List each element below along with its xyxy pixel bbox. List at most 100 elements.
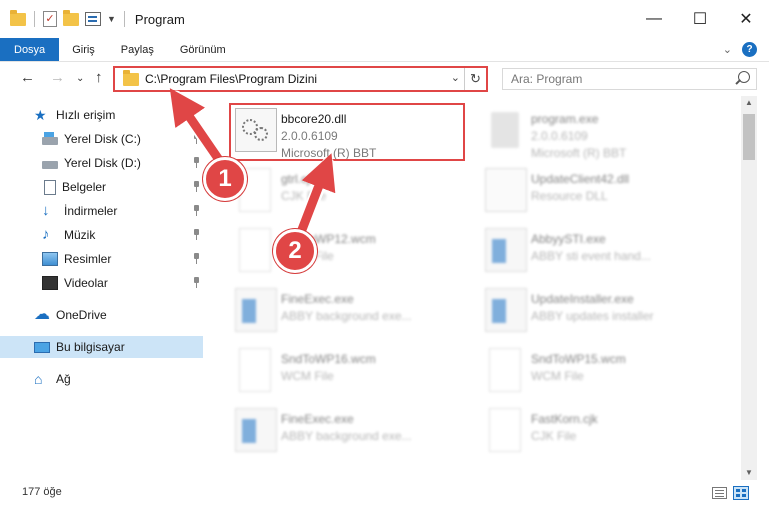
view-options-icon[interactable] bbox=[85, 12, 101, 26]
file-name: UpdateInstaller.exe bbox=[531, 292, 634, 306]
sidebar-item-network[interactable]: ⌂ Ağ bbox=[0, 368, 203, 390]
window-controls: — ☐ ✕ bbox=[631, 0, 769, 38]
pin-icon[interactable] bbox=[193, 133, 199, 144]
pin-icon[interactable] bbox=[193, 229, 199, 240]
file-name: SndToWP16.wcm bbox=[281, 352, 376, 366]
file-name: FineExec.exe bbox=[281, 412, 354, 426]
search-input[interactable]: Ara: Program bbox=[502, 68, 757, 90]
title-bar: ✓ ▼ Program — ☐ ✕ bbox=[0, 0, 769, 38]
status-bar: 177 öğe bbox=[0, 482, 769, 504]
details-view-icon[interactable] bbox=[712, 487, 727, 499]
sidebar-item-label: OneDrive bbox=[56, 308, 107, 322]
file-item[interactable]: program.exe 2.0.0.6109 Microsoft (R) BBT bbox=[461, 102, 701, 160]
sidebar-item-label: Yerel Disk (D:) bbox=[64, 156, 141, 170]
sidebar-item-pictures[interactable]: Resimler bbox=[0, 248, 203, 270]
file-type: Resource DLL bbox=[531, 189, 608, 203]
sidebar-item-videos[interactable]: Videolar bbox=[0, 272, 203, 294]
forward-arrow-icon[interactable]: → bbox=[50, 69, 65, 86]
step-badge-2: 2 bbox=[273, 229, 317, 273]
drive-d-icon bbox=[42, 161, 58, 169]
address-bar[interactable]: C:\Program Files\Program Dizini ⌄ ↻ bbox=[113, 66, 488, 92]
sidebar-item-this-pc[interactable]: Bu bilgisayar bbox=[0, 336, 203, 358]
file-type: ABBY sti event hand... bbox=[531, 249, 651, 263]
folder-icon bbox=[10, 9, 26, 26]
file-type: ABBY background exe... bbox=[281, 429, 412, 443]
sidebar-item-downloads[interactable]: ↓ İndirmeler bbox=[0, 200, 203, 222]
sidebar-item-label: İndirmeler bbox=[64, 204, 118, 218]
ribbon-right-controls: ⌄ ? bbox=[723, 42, 757, 57]
file-item[interactable]: FineExec.exe ABBY background exe... bbox=[211, 402, 451, 460]
file-name: program.exe bbox=[531, 112, 599, 126]
navigation-bar: ← → ⌄ ↑ C:\Program Files\Program Dizini … bbox=[0, 62, 769, 96]
vertical-scrollbar[interactable]: ▲ ▼ bbox=[741, 96, 757, 480]
step-badge-1: 1 bbox=[203, 157, 247, 201]
file-item[interactable]: AbbyySTI.exe ABBY sti event hand... bbox=[461, 222, 701, 280]
close-button[interactable]: ✕ bbox=[723, 0, 769, 38]
scroll-thumb[interactable] bbox=[743, 114, 755, 160]
maximize-button[interactable]: ☐ bbox=[677, 0, 723, 38]
address-folder-icon bbox=[123, 69, 139, 86]
download-arrow-icon: ↓ bbox=[42, 202, 50, 219]
tiles-view-icon[interactable] bbox=[733, 486, 749, 500]
file-icon bbox=[239, 348, 271, 392]
sidebar-item-local-disk-d[interactable]: Yerel Disk (D:) bbox=[0, 152, 203, 174]
scroll-down-arrow-icon[interactable]: ▼ bbox=[741, 466, 757, 480]
file-name: SndToWP15.wcm bbox=[531, 352, 626, 366]
navigation-pane: ★ Hızlı erişim Yerel Disk (C:) Yerel Dis… bbox=[0, 100, 205, 480]
sidebar-item-onedrive[interactable]: ☁ OneDrive bbox=[0, 304, 203, 326]
pin-icon[interactable] bbox=[193, 277, 199, 288]
pin-icon[interactable] bbox=[193, 205, 199, 216]
computer-icon bbox=[34, 341, 50, 353]
address-path[interactable]: C:\Program Files\Program Dizini bbox=[145, 72, 317, 86]
file-item[interactable]: SndToWP12.wcm WCM File bbox=[211, 222, 451, 280]
tab-home[interactable]: Giriş bbox=[59, 38, 108, 61]
file-name: FineExec.exe bbox=[281, 292, 354, 306]
back-arrow-icon[interactable]: ← bbox=[20, 69, 35, 86]
file-version: 2.0.0.6109 bbox=[531, 129, 588, 143]
file-item[interactable]: gtrl.cjk CJK File bbox=[211, 162, 451, 220]
search-placeholder: Ara: Program bbox=[511, 72, 583, 86]
sidebar-item-label: Yerel Disk (C:) bbox=[64, 132, 141, 146]
application-icon bbox=[485, 228, 527, 272]
help-icon[interactable]: ? bbox=[742, 42, 757, 57]
tab-share[interactable]: Paylaş bbox=[108, 38, 167, 61]
documents-icon bbox=[44, 179, 56, 195]
refresh-icon[interactable]: ↻ bbox=[464, 68, 486, 90]
minimize-button[interactable]: — bbox=[631, 0, 677, 38]
file-item[interactable]: SndToWP15.wcm WCM File bbox=[461, 342, 701, 400]
toolbar-separator bbox=[34, 11, 35, 27]
pin-icon[interactable] bbox=[193, 181, 199, 192]
up-arrow-icon[interactable]: ↑ bbox=[95, 69, 103, 86]
qat-dropdown-icon[interactable]: ▼ bbox=[107, 14, 116, 24]
sidebar-item-music[interactable]: ♪ Müzik bbox=[0, 224, 203, 246]
file-name: UpdateClient42.dll bbox=[531, 172, 630, 186]
recent-locations-chevron-icon[interactable]: ⌄ bbox=[76, 73, 84, 84]
sidebar-item-quick-access[interactable]: ★ Hızlı erişim bbox=[0, 104, 203, 126]
pin-icon[interactable] bbox=[193, 253, 199, 264]
cloud-icon: ☁ bbox=[34, 306, 50, 323]
sidebar-item-local-disk-c[interactable]: Yerel Disk (C:) bbox=[0, 128, 203, 150]
file-item[interactable]: FineExec.exe ABBY background exe... bbox=[211, 282, 451, 340]
file-company: Microsoft (R) BBT bbox=[531, 146, 627, 160]
application-icon bbox=[485, 288, 527, 332]
window-title: Program bbox=[134, 11, 185, 27]
new-folder-icon[interactable] bbox=[63, 9, 79, 26]
file-item[interactable]: UpdateClient42.dll Resource DLL bbox=[461, 162, 701, 220]
file-item[interactable]: FastKorn.cjk CJK File bbox=[461, 402, 701, 460]
expand-ribbon-chevron-icon[interactable]: ⌄ bbox=[723, 43, 732, 56]
file-item[interactable]: SndToWP16.wcm WCM File bbox=[211, 342, 451, 400]
file-item[interactable]: UpdateInstaller.exe ABBY updates install… bbox=[461, 282, 701, 340]
tab-file[interactable]: Dosya bbox=[0, 38, 60, 61]
exe-icon bbox=[485, 108, 527, 152]
file-name: gtrl.cjk bbox=[281, 172, 316, 186]
properties-check-icon[interactable]: ✓ bbox=[43, 11, 57, 27]
sidebar-item-documents[interactable]: Belgeler bbox=[0, 176, 203, 198]
pin-icon[interactable] bbox=[193, 157, 199, 168]
file-name: FastKorn.cjk bbox=[531, 412, 598, 426]
file-type: WCM File bbox=[531, 369, 584, 383]
search-icon[interactable] bbox=[738, 71, 750, 83]
tab-view[interactable]: Görünüm bbox=[167, 38, 239, 61]
pictures-icon bbox=[42, 252, 58, 266]
address-dropdown-icon[interactable]: ⌄ bbox=[451, 71, 460, 84]
scroll-up-arrow-icon[interactable]: ▲ bbox=[741, 96, 757, 110]
